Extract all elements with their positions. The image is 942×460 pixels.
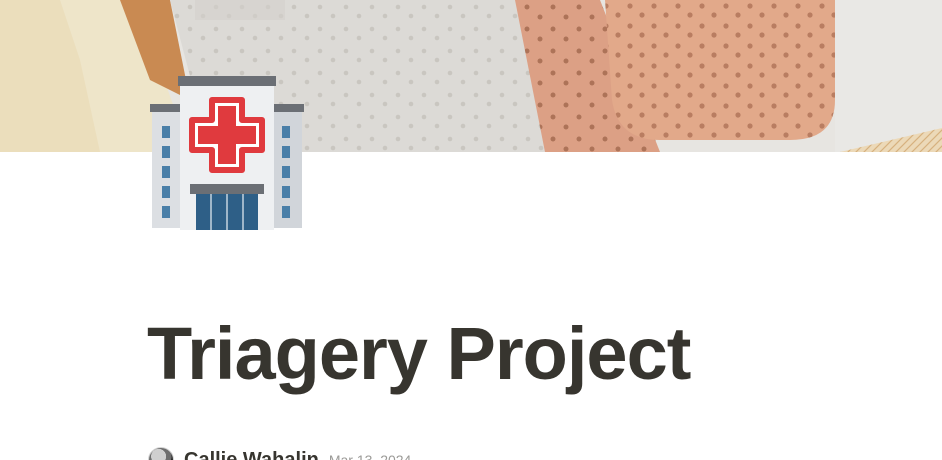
page-meta-row: Callie Wahalin Mar 13, 2024 ...	[148, 447, 427, 460]
hospital-icon-graphic	[150, 76, 304, 230]
hospital-icon[interactable]	[150, 74, 304, 232]
bandage-cover-illustration	[0, 0, 942, 152]
cover-image[interactable]	[0, 0, 942, 152]
edited-timestamp: Mar 13, 2024 ...	[328, 452, 427, 460]
page-title[interactable]: Triagery Project	[147, 312, 691, 396]
author-avatar[interactable]	[148, 447, 174, 460]
notion-page: Triagery Project Callie Wahalin Mar 13, …	[0, 0, 942, 460]
author-name[interactable]: Callie Wahalin	[184, 449, 319, 460]
